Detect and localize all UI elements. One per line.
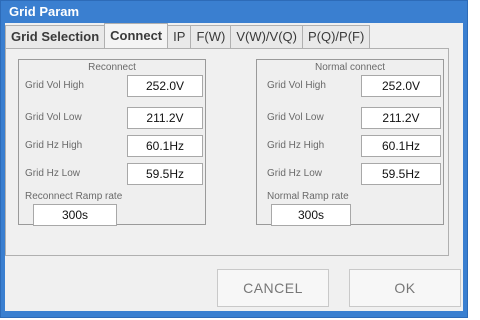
- reconnect-vol-high-label: Grid Vol High: [25, 80, 84, 91]
- normal-vol-high-field[interactable]: 252.0V: [361, 75, 441, 97]
- normal-ramp-field[interactable]: 300s: [271, 204, 351, 226]
- normal-hz-high-label: Grid Hz High: [267, 140, 325, 151]
- reconnect-hz-high-label: Grid Hz High: [25, 140, 83, 151]
- window-title: Grid Param: [9, 4, 80, 19]
- window-client-area: Grid Selection Connect IP F(W) V(W)/V(Q)…: [5, 23, 463, 311]
- normal-hz-high-field[interactable]: 60.1Hz: [361, 135, 441, 157]
- reconnect-vol-high-field[interactable]: 252.0V: [127, 75, 203, 97]
- reconnect-ramp-label: Reconnect Ramp rate: [25, 191, 123, 202]
- normal-connect-group: Normal connect Grid Vol High 252.0V Grid…: [256, 59, 444, 226]
- normal-vol-high-label: Grid Vol High: [267, 80, 326, 91]
- reconnect-vol-low-label: Grid Vol Low: [25, 112, 82, 123]
- normal-hz-low-label: Grid Hz Low: [267, 168, 323, 179]
- normal-vol-low-label: Grid Vol Low: [267, 112, 324, 123]
- reconnect-hz-high-field[interactable]: 60.1Hz: [127, 135, 203, 157]
- tab-vw-vq[interactable]: V(W)/V(Q): [230, 25, 303, 49]
- tab-connect[interactable]: Connect: [104, 23, 169, 49]
- normal-ramp-label: Normal Ramp rate: [267, 191, 349, 202]
- connect-tab-panel: Reconnect Grid Vol High 252.0V Grid Vol …: [5, 48, 449, 256]
- reconnect-group: Reconnect Grid Vol High 252.0V Grid Vol …: [18, 59, 206, 226]
- reconnect-hz-low-label: Grid Hz Low: [25, 168, 81, 179]
- reconnect-vol-low-field[interactable]: 211.2V: [127, 107, 203, 129]
- grid-param-window: Grid Param Grid Selection Connect IP F(W…: [0, 0, 468, 318]
- tab-bar: Grid Selection Connect IP F(W) V(W)/V(Q)…: [5, 23, 371, 49]
- reconnect-hz-low-field[interactable]: 59.5Hz: [127, 163, 203, 185]
- tab-grid-selection[interactable]: Grid Selection: [5, 25, 106, 49]
- tab-pq-pf[interactable]: P(Q)/P(F): [301, 25, 371, 49]
- reconnect-ramp-field[interactable]: 300s: [33, 204, 117, 226]
- cancel-button[interactable]: CANCEL: [217, 269, 329, 307]
- normal-hz-low-field[interactable]: 59.5Hz: [361, 163, 441, 185]
- normal-connect-group-title: Normal connect: [314, 62, 386, 73]
- tab-ip[interactable]: IP: [167, 25, 192, 49]
- normal-vol-low-field[interactable]: 211.2V: [361, 107, 441, 129]
- tab-fw[interactable]: F(W): [190, 25, 232, 49]
- ok-button[interactable]: OK: [349, 269, 461, 307]
- reconnect-group-title: Reconnect: [88, 62, 136, 73]
